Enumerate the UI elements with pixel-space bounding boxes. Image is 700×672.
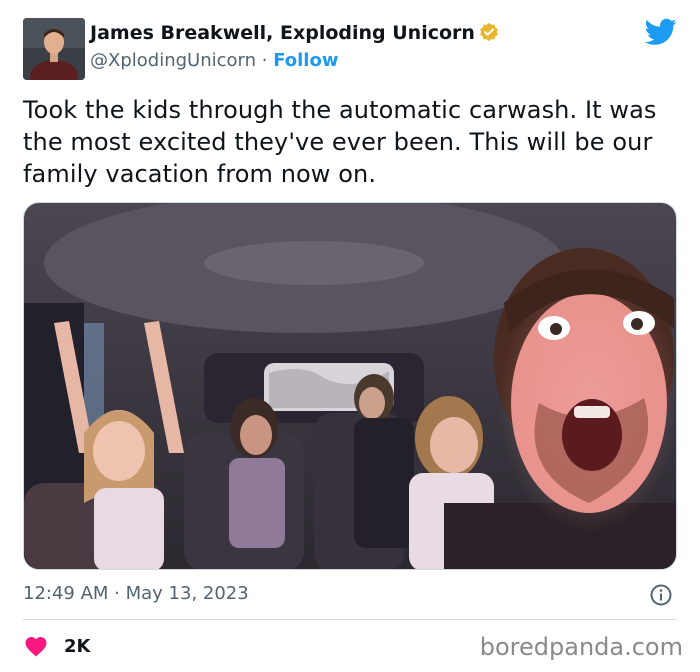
author-name[interactable]: James Breakwell, Exploding Unicorn (90, 22, 475, 44)
author-handle[interactable]: @XplodingUnicorn (90, 50, 256, 71)
author-handle-row: @XplodingUnicorn · Follow (90, 50, 338, 71)
like-count: 2K (64, 635, 91, 657)
verified-badge-icon (480, 22, 498, 42)
tweet-photo[interactable] (23, 202, 677, 570)
info-icon[interactable] (649, 583, 673, 607)
car-interior-photo (24, 203, 676, 569)
follow-button[interactable]: Follow (273, 50, 338, 71)
separator: · (256, 50, 274, 71)
twitter-bird-icon[interactable] (645, 18, 677, 46)
divider (23, 619, 677, 620)
tweet-text: Took the kids through the automatic carw… (23, 96, 657, 188)
heart-icon (25, 637, 47, 657)
avatar-image (23, 18, 85, 80)
tweet-timestamp[interactable]: 12:49 AM · May 13, 2023 (23, 583, 249, 604)
watermark: boredpanda.com (479, 633, 683, 661)
author-name-row[interactable]: James Breakwell, Exploding Unicorn (90, 22, 499, 44)
avatar[interactable] (23, 18, 85, 80)
like-button[interactable]: 2K (24, 633, 90, 659)
